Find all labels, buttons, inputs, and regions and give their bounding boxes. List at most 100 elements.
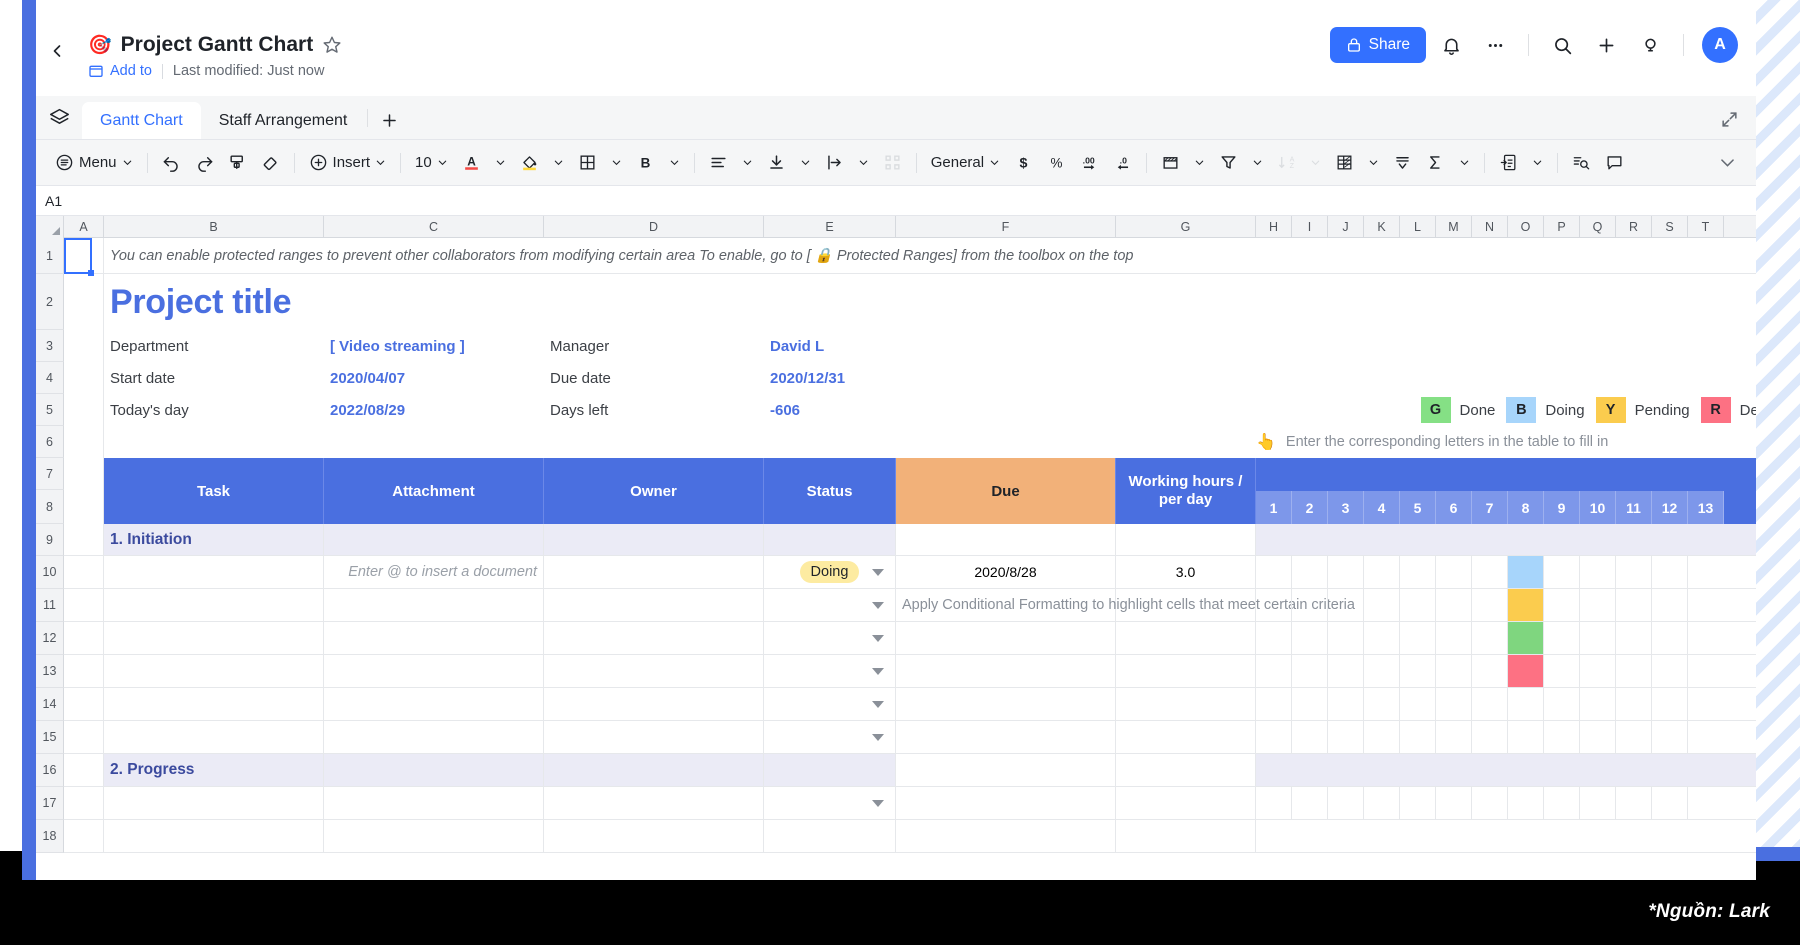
col-header-P[interactable]: P: [1544, 216, 1580, 238]
cell-today-label[interactable]: Today's day: [104, 394, 324, 426]
insert-button[interactable]: Insert: [302, 147, 394, 179]
add-to-button[interactable]: Add to: [88, 63, 152, 79]
star-icon[interactable]: [322, 35, 342, 55]
horizontal-align-button[interactable]: [702, 147, 735, 179]
gantt-bar-cell-done[interactable]: [1508, 622, 1544, 654]
day-header-5[interactable]: 5: [1400, 491, 1436, 524]
cell-department-label[interactable]: Department: [104, 330, 324, 362]
cell-A1[interactable]: [64, 238, 104, 273]
select-all-corner[interactable]: [36, 216, 64, 238]
row-header-6[interactable]: 6: [36, 426, 64, 458]
clear-format-button[interactable]: [254, 147, 287, 179]
col-header-C[interactable]: C: [324, 216, 544, 238]
cell-due-10[interactable]: 2020/8/28: [872, 556, 1116, 588]
col-header-O[interactable]: O: [1508, 216, 1544, 238]
gantt-bar-cell-doing[interactable]: [1508, 556, 1544, 588]
cell-department-value[interactable]: [ Video streaming ]: [324, 330, 544, 362]
row-header-9[interactable]: 9: [36, 524, 64, 556]
sort-dropdown[interactable]: [1303, 147, 1328, 179]
notifications-button[interactable]: [1432, 26, 1470, 64]
avatar[interactable]: A: [1702, 27, 1738, 63]
cell-attachment-10[interactable]: Enter @ to insert a document: [324, 556, 544, 588]
bold-button[interactable]: B: [629, 147, 662, 179]
data-validation-button[interactable]: [1386, 147, 1419, 179]
day-header-9[interactable]: 9: [1544, 491, 1580, 524]
conditional-format-dropdown[interactable]: [1187, 147, 1212, 179]
insert-record-button[interactable]: [1492, 147, 1525, 179]
fill-color-dropdown[interactable]: [546, 147, 571, 179]
cell-startdate-value[interactable]: 2020/04/07: [324, 362, 544, 394]
vertical-align-dropdown[interactable]: [793, 147, 818, 179]
dropdown-caret-icon[interactable]: [872, 568, 884, 576]
dropdown-caret-icon[interactable]: [872, 668, 884, 675]
borders-dropdown[interactable]: [604, 147, 629, 179]
dropdown-caret-icon[interactable]: [872, 734, 884, 741]
col-header-K[interactable]: K: [1364, 216, 1400, 238]
menu-button[interactable]: Menu: [48, 147, 140, 179]
col-header-T[interactable]: T: [1688, 216, 1724, 238]
day-header-12[interactable]: 12: [1652, 491, 1688, 524]
cell-note-11[interactable]: Apply Conditional Formatting to highligh…: [872, 589, 1355, 621]
cell-daysleft-label[interactable]: Days left: [544, 394, 764, 426]
row-header-17[interactable]: 17: [36, 787, 64, 820]
row-header-18[interactable]: 18: [36, 820, 64, 853]
row-header-1[interactable]: 1: [36, 238, 64, 274]
vertical-align-button[interactable]: [760, 147, 793, 179]
target-icon[interactable]: 🎯: [88, 36, 112, 55]
text-color-button[interactable]: A: [455, 147, 488, 179]
cell-startdate-label[interactable]: Start date: [104, 362, 324, 394]
col-header-B[interactable]: B: [104, 216, 324, 238]
percent-format-button[interactable]: %: [1040, 147, 1073, 179]
decrease-decimal-button[interactable]: .0: [1106, 147, 1139, 179]
row-header-8[interactable]: 8: [36, 490, 64, 524]
sheet-list-button[interactable]: [36, 95, 82, 139]
table-header-task[interactable]: Task: [104, 458, 324, 524]
row-header-16[interactable]: 16: [36, 754, 64, 787]
row-header-5[interactable]: 5: [36, 394, 64, 426]
table-header-status[interactable]: Status: [764, 458, 896, 524]
gantt-bar-cell-delay[interactable]: [1508, 655, 1544, 687]
cell-owner-10[interactable]: [544, 556, 764, 588]
col-header-N[interactable]: N: [1472, 216, 1508, 238]
col-header-I[interactable]: I: [1292, 216, 1328, 238]
add-sheet-button[interactable]: [370, 102, 408, 139]
col-header-E[interactable]: E: [764, 216, 896, 238]
alternating-colors-dropdown[interactable]: [1361, 147, 1386, 179]
day-header-7[interactable]: 7: [1472, 491, 1508, 524]
text-style-dropdown[interactable]: [662, 147, 687, 179]
undo-button[interactable]: [155, 147, 188, 179]
row-header-4[interactable]: 4: [36, 362, 64, 394]
text-wrap-dropdown[interactable]: [851, 147, 876, 179]
alternating-colors-button[interactable]: [1328, 147, 1361, 179]
borders-button[interactable]: [571, 147, 604, 179]
back-button[interactable]: [44, 38, 70, 64]
number-format-selector[interactable]: General: [924, 147, 1007, 179]
functions-dropdown[interactable]: [1452, 147, 1477, 179]
col-header-G[interactable]: G: [1116, 216, 1256, 238]
row-header-13[interactable]: 13: [36, 655, 64, 688]
horizontal-align-dropdown[interactable]: [735, 147, 760, 179]
cell-working-hours-10[interactable]: 3.0: [1116, 556, 1256, 588]
col-header-M[interactable]: M: [1436, 216, 1472, 238]
col-header-Q[interactable]: Q: [1580, 216, 1616, 238]
share-button[interactable]: Share: [1329, 27, 1426, 63]
tab-staff-arrangement[interactable]: Staff Arrangement: [201, 102, 366, 139]
day-header-2[interactable]: 2: [1292, 491, 1328, 524]
col-header-R[interactable]: R: [1616, 216, 1652, 238]
merge-cells-button[interactable]: [876, 147, 909, 179]
more-options-button[interactable]: [1476, 26, 1514, 64]
cell-duedate-label[interactable]: Due date: [544, 362, 764, 394]
cell-A2[interactable]: [64, 274, 104, 330]
cell-today-value[interactable]: 2022/08/29: [324, 394, 544, 426]
cell-manager-label[interactable]: Manager: [544, 330, 764, 362]
col-header-H[interactable]: H: [1256, 216, 1292, 238]
currency-format-button[interactable]: $: [1007, 147, 1040, 179]
col-header-D[interactable]: D: [544, 216, 764, 238]
cell-manager-value[interactable]: David L: [764, 330, 896, 362]
insert-record-dropdown[interactable]: [1525, 147, 1550, 179]
dropdown-caret-icon[interactable]: [872, 602, 884, 609]
cell-task-10[interactable]: [104, 556, 324, 588]
day-header-8[interactable]: 8: [1508, 491, 1544, 524]
col-header-F[interactable]: F: [896, 216, 1116, 238]
redo-button[interactable]: [188, 147, 221, 179]
